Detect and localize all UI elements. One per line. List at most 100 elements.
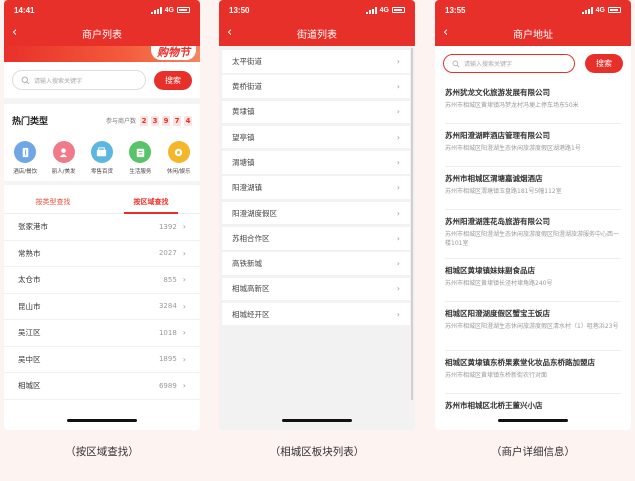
street-item[interactable]: 苏相合作区 › (222, 227, 410, 250)
phone-screen-merchant-address: 13:55 4G ‹ 商户地址 请输入搜索关键字 搜索 苏州犹龙文化旅游发展有限… (435, 0, 631, 430)
merchant-item[interactable]: 苏州市相城区渭塘嘉诚烟酒店 苏州市相城区渭塘镇玉盘路181号5幢112室 (435, 167, 631, 209)
search-button[interactable]: 搜索 (585, 54, 623, 73)
city-row[interactable]: 张家港市 1392 › (4, 214, 200, 241)
merchant-item[interactable]: 相城区阳澄湖度假区蟹宝王饭店 苏州市相城区阳澄湖生态休闲旅游度假区清水村（1）咀巷… (435, 302, 631, 350)
city-name: 张家港市 (18, 222, 48, 232)
chevron-right-icon: › (182, 248, 186, 258)
back-icon[interactable]: ‹ (443, 25, 448, 40)
category-life-service[interactable]: 生活服务 (122, 141, 158, 175)
back-icon[interactable]: ‹ (227, 25, 232, 40)
promo-banner[interactable]: 购物节 (4, 46, 200, 62)
nav-bar: ‹ 街道列表 (219, 20, 415, 46)
merchant-item[interactable]: 苏州市相城区北桥王董兴小店 (435, 394, 631, 430)
city-row[interactable]: 常熟市 2027 › (4, 241, 200, 267)
count-digit: 4 (184, 115, 192, 126)
category-leisure[interactable]: 休闲/娱乐 (161, 141, 197, 175)
hot-types-title: 热门类型 (12, 117, 49, 127)
street-name: 望亭镇 (232, 132, 255, 142)
city-name: 太仓市 (18, 275, 41, 285)
back-icon[interactable]: ‹ (12, 25, 17, 40)
count-digit: 2 (140, 115, 148, 126)
street-item[interactable]: 阳澄湖镇 › (222, 176, 410, 199)
status-bar: 14:41 4G (4, 0, 200, 20)
hotel-icon (14, 141, 37, 163)
street-item[interactable]: 黄桥街道 › (222, 75, 410, 98)
street-name: 阳澄湖镇 (232, 183, 262, 193)
chevron-right-icon: › (396, 309, 400, 319)
count-digit: 3 (151, 115, 159, 126)
category-beauty[interactable]: 丽人/美发 (46, 141, 82, 175)
header: 14:41 4G ‹ 商户列表 (4, 0, 200, 46)
chevron-right-icon: › (182, 354, 186, 364)
tab-by-type[interactable]: 按类型查找 (4, 191, 102, 213)
merchant-address: 苏州市相城区黄埭镇长泾村埭角路240号 (445, 280, 553, 287)
street-item[interactable]: 黄埭镇 › (222, 100, 410, 124)
chevron-right-icon: › (396, 284, 400, 294)
street-item[interactable]: 高铁新城 › (222, 252, 410, 275)
street-item[interactable]: 相城高新区 › (222, 277, 410, 301)
home-indicator[interactable] (67, 419, 137, 422)
merchant-name: 苏州犹龙文化旅游发展有限公司 (445, 88, 550, 97)
scrollbar[interactable] (411, 48, 413, 400)
merchant-item[interactable]: 相城区黄埭镇妹妹副食品店 苏州市相城区黄埭镇长泾村埭角路240号 (435, 259, 631, 301)
street-name: 渭塘镇 (232, 157, 255, 167)
street-name: 苏相合作区 (232, 233, 270, 243)
search-mode-tabs: 按类型查找 按区域查找 (4, 191, 200, 214)
merchant-count-digits: 2 3 9 7 4 (140, 115, 192, 126)
chevron-right-icon: › (396, 82, 400, 92)
page-title: 商户地址 (513, 29, 553, 41)
home-indicator[interactable] (282, 419, 352, 422)
city-merchant-count: 1018 (158, 328, 177, 337)
category-retail[interactable]: 零售百货 (84, 141, 120, 175)
merchant-item[interactable]: 相城区黄埭镇东桥果素堂化妆品东桥路加盟店 苏州市相城区黄埭镇东桥新街农行对面 (435, 351, 631, 393)
page-title: 街道列表 (297, 29, 337, 41)
caption-area-search: （按区域查找） (65, 446, 139, 458)
nav-bar: ‹ 商户列表 (4, 20, 200, 46)
banner-text: 购物节 (151, 46, 196, 60)
city-row[interactable]: 太仓市 855 › (4, 267, 200, 294)
street-item[interactable]: 渭塘镇 › (222, 151, 410, 174)
street-item[interactable]: 相城经开区 › (222, 302, 410, 326)
merchant-item[interactable]: 苏州犹龙文化旅游发展有限公司 苏州市相城区黄埭镇冯梦龙村冯埂上停车场东50米 (435, 81, 631, 123)
home-indicator[interactable] (498, 419, 568, 422)
city-merchant-count: 3284 (158, 302, 177, 311)
header: 13:55 4G ‹ 商户地址 (435, 0, 631, 46)
phone-screen-merchant-list: 14:41 4G ‹ 商户列表 购物节 请输入搜索关键字 搜索 热门类型 参与商… (4, 0, 200, 430)
chevron-right-icon: › (396, 259, 400, 269)
city-row[interactable]: 吴江区 1018 › (4, 320, 200, 347)
leisure-icon (167, 141, 190, 163)
category-hotel-dining[interactable]: 酒店/餐饮 (7, 141, 43, 175)
category-label: 丽人/美发 (51, 169, 76, 175)
signal-icon (581, 6, 593, 14)
street-name: 太平街道 (232, 56, 262, 66)
merchant-name: 苏州阳澄湖莲花岛旅游有限公司 (445, 217, 550, 226)
street-item[interactable]: 太平街道 › (222, 50, 410, 73)
street-name: 相城经开区 (232, 309, 270, 319)
street-item[interactable]: 阳澄湖度假区 › (222, 201, 410, 225)
merchant-item[interactable]: 苏州阳澄湖莲花岛旅游有限公司 苏州市相城区阳澄湖生态休闲旅游度假区阳澄湖旅游服务中… (435, 210, 631, 258)
city-name: 相城区 (18, 381, 41, 391)
merchant-name: 相城区黄埭镇东桥果素堂化妆品东桥路加盟店 (445, 358, 595, 367)
tab-by-area[interactable]: 按区域查找 (102, 191, 200, 214)
street-name: 高铁新城 (232, 259, 262, 269)
search-input[interactable]: 请输入搜索关键字 (12, 70, 146, 90)
header: 13:50 4G ‹ 街道列表 (219, 0, 415, 46)
battery-icon (177, 7, 190, 13)
search-placeholder: 请输入搜索关键字 (464, 61, 513, 68)
search-placeholder: 请输入搜索关键字 (34, 77, 83, 85)
count-digit: 9 (162, 115, 170, 126)
merchant-list: 苏州犹龙文化旅游发展有限公司 苏州市相城区黄埭镇冯梦龙村冯埂上停车场东50米 苏州… (435, 81, 631, 430)
search-row: 请输入搜索关键字 搜索 (435, 46, 631, 81)
city-row[interactable]: 昆山市 3284 › (4, 294, 200, 320)
city-row[interactable]: 吴中区 1895 › (4, 347, 200, 373)
merchant-item[interactable]: 苏州阳澄湖畔酒店管理有限公司 苏州市相城区阳澄湖生态休闲旅游度假区湖港路1号 (435, 124, 631, 166)
beauty-icon (52, 141, 75, 163)
merchant-count-label: 参与商户数 (105, 118, 136, 125)
search-input[interactable]: 请输入搜索关键字 (443, 54, 575, 73)
search-button[interactable]: 搜索 (154, 70, 192, 90)
city-row[interactable]: 相城区 6989 › (4, 373, 200, 400)
city-merchant-count: 1392 (158, 222, 177, 231)
life-service-icon (129, 141, 152, 163)
network-type: 4G (379, 6, 389, 14)
street-item[interactable]: 望亭镇 › (222, 125, 410, 149)
